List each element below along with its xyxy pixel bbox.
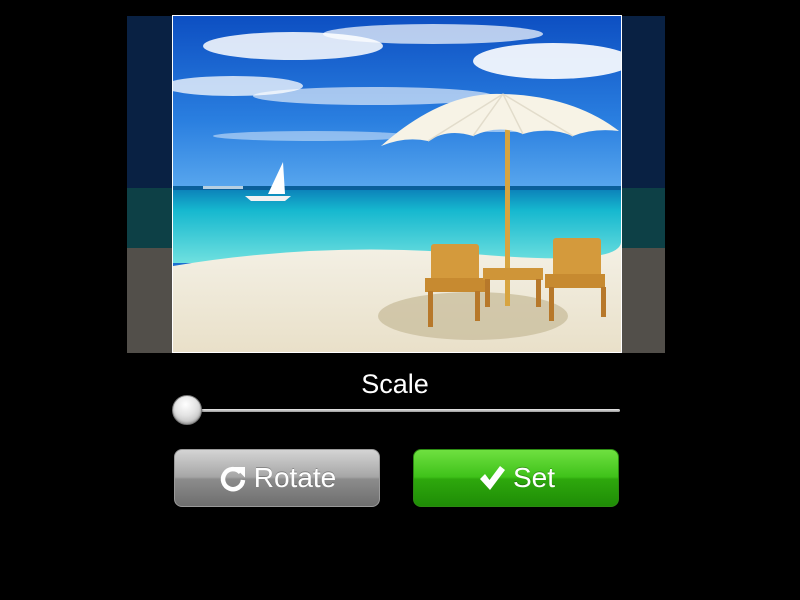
- set-button[interactable]: Set: [413, 449, 619, 507]
- photo-crop-screen: Scale Rotate Set: [0, 0, 800, 600]
- rotate-button[interactable]: Rotate: [174, 449, 380, 507]
- scale-slider[interactable]: [172, 395, 622, 427]
- crop-frame[interactable]: [172, 15, 622, 353]
- slider-track[interactable]: [172, 409, 620, 412]
- rotate-button-label: Rotate: [253, 462, 337, 493]
- rotate-clockwise-icon: [218, 463, 248, 493]
- set-button-label: Set: [512, 462, 556, 493]
- beach-photo: [173, 16, 621, 352]
- checkmark-icon: [477, 463, 507, 493]
- slider-thumb[interactable]: [172, 395, 202, 425]
